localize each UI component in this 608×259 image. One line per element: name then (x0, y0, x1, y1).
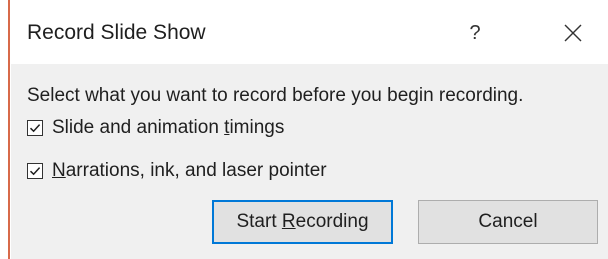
checkmark-icon (29, 167, 41, 176)
dialog-content: Select what you want to record before yo… (11, 64, 608, 259)
dialog-title-bar[interactable]: Record Slide Show ? (11, 0, 608, 64)
narrations-checkbox[interactable] (27, 163, 43, 179)
option-slide-animation-timings[interactable]: Slide and animation timings (27, 116, 284, 140)
start-recording-button[interactable]: Start Recording (212, 200, 393, 244)
checkmark-icon (29, 124, 41, 133)
close-icon (564, 24, 582, 42)
dialog-title: Record Slide Show (27, 21, 206, 44)
close-button[interactable] (560, 20, 586, 46)
record-slide-show-dialog: Record Slide Show ? Select what you want… (11, 0, 608, 259)
narrations-label: Narrations, ink, and laser pointer (52, 160, 327, 181)
instruction-text: Select what you want to record before yo… (27, 85, 524, 106)
background-window-accent (8, 0, 10, 259)
option-narrations-ink-laser[interactable]: Narrations, ink, and laser pointer (27, 159, 327, 183)
help-button[interactable]: ? (461, 18, 489, 48)
cancel-button[interactable]: Cancel (418, 200, 598, 244)
timings-checkbox[interactable] (27, 120, 43, 136)
timings-label: Slide and animation timings (52, 117, 285, 138)
background-window-edge (0, 0, 11, 259)
